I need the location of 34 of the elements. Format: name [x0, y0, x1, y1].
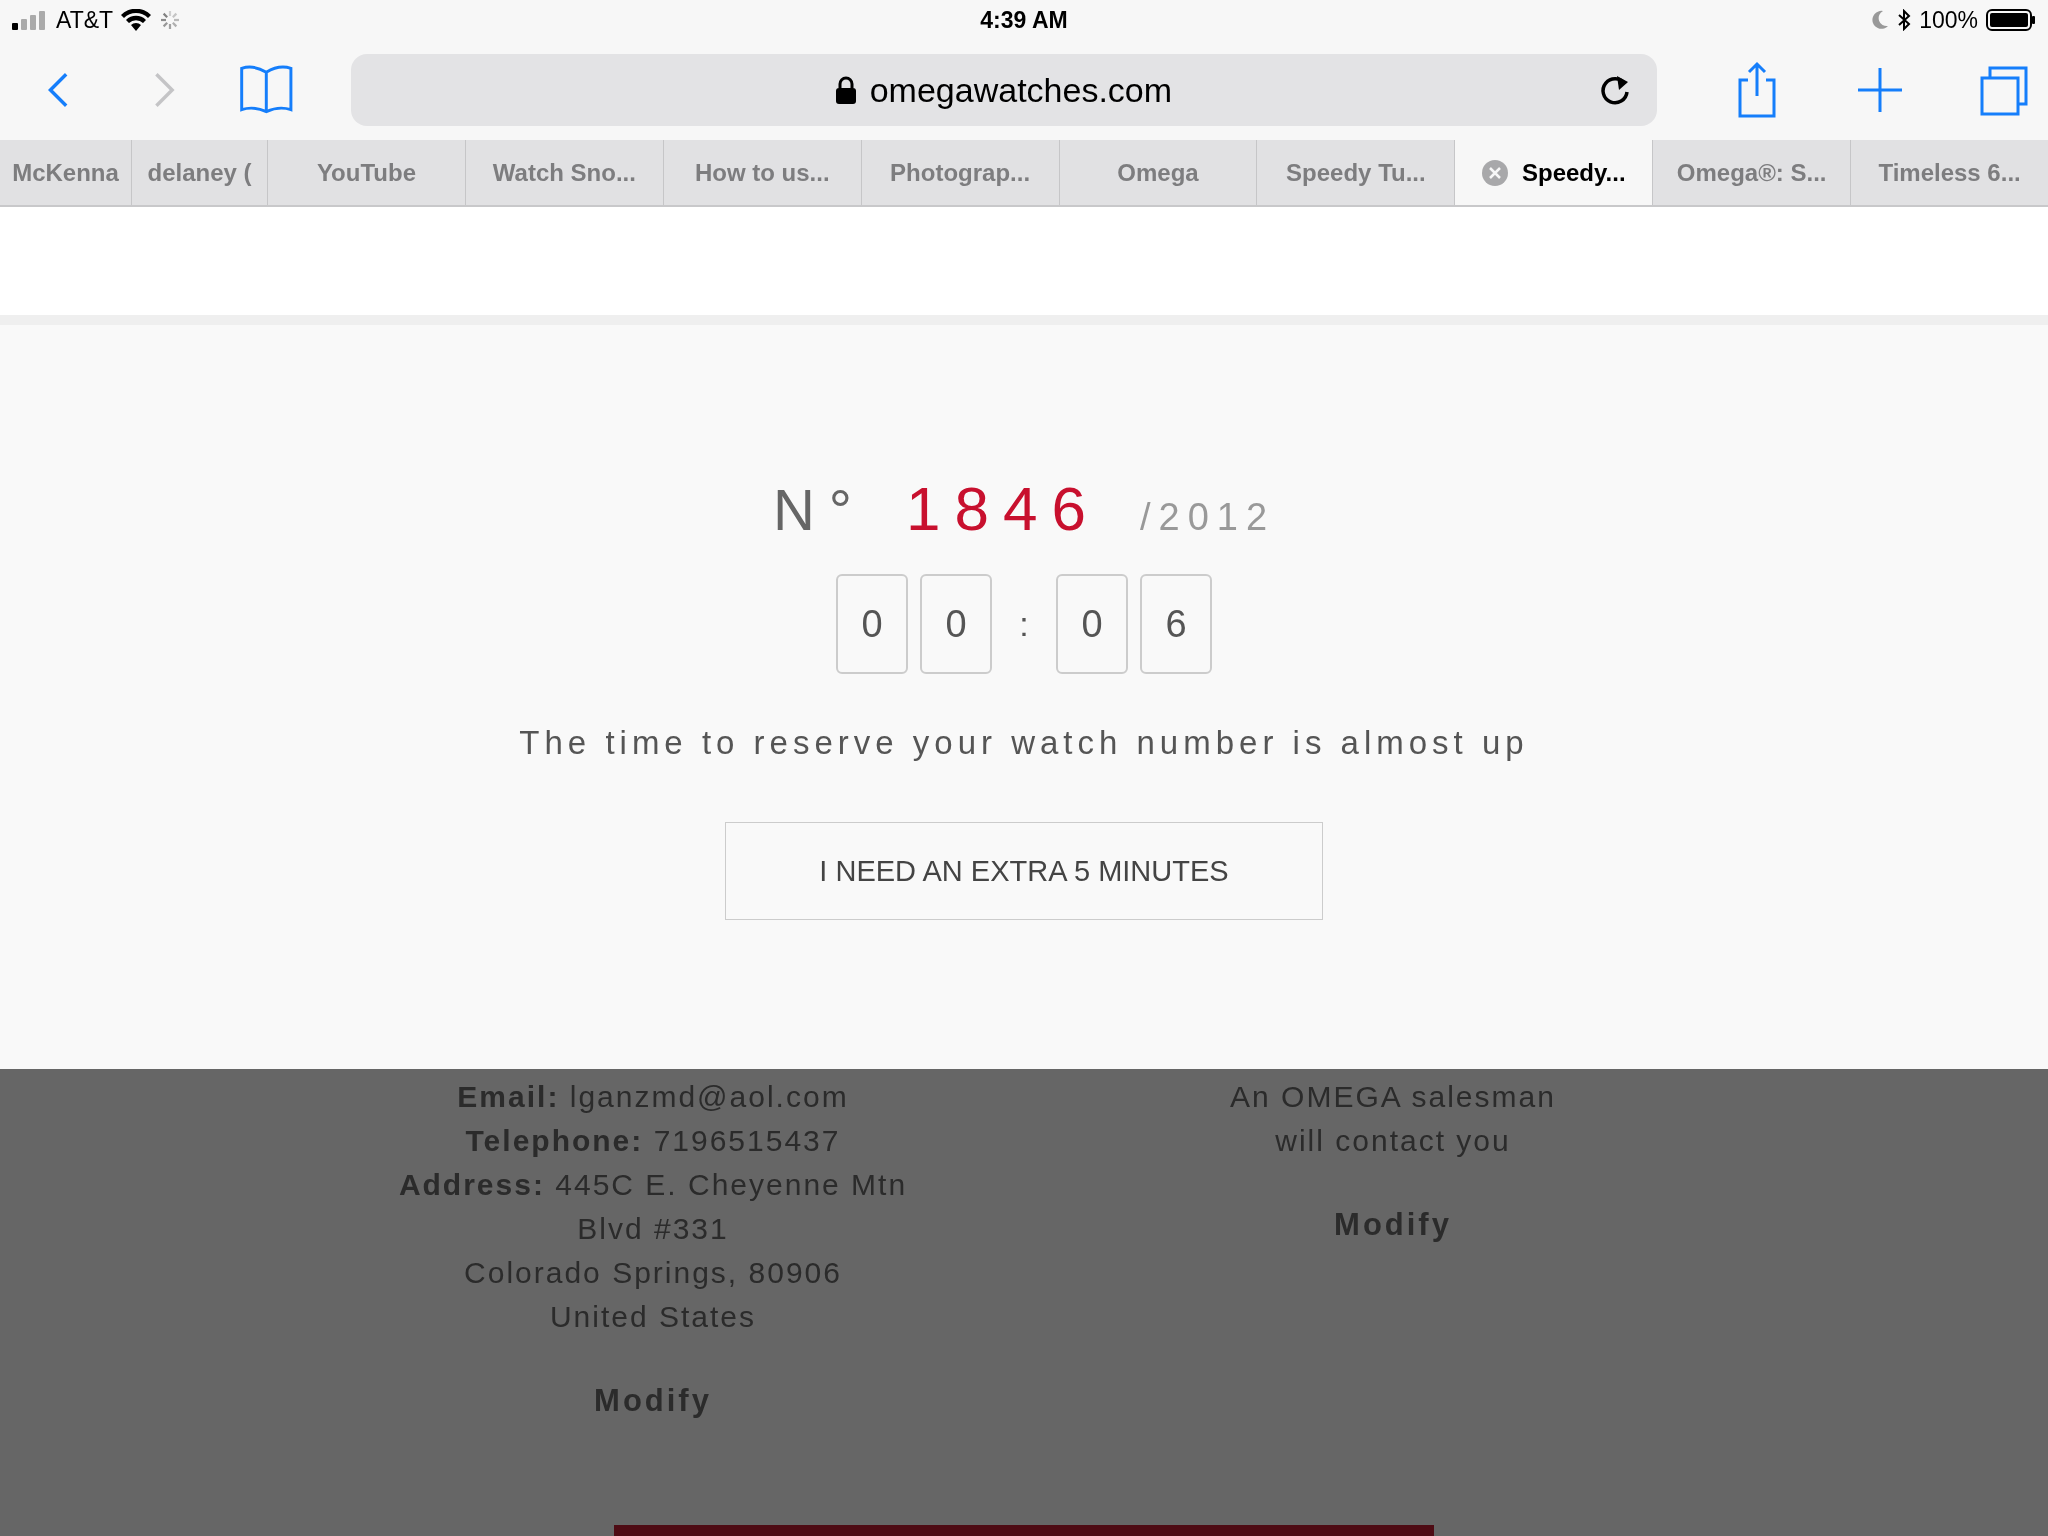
browser-tab[interactable]: Speedy... — [1454, 140, 1653, 205]
battery-percent: 100% — [1919, 6, 1978, 34]
moon-icon — [1871, 10, 1890, 30]
countdown-digit: 0 — [920, 574, 992, 674]
countdown-digit: 0 — [1056, 574, 1128, 674]
modify-link[interactable]: Modify — [1334, 1203, 1452, 1247]
watch-number: 1846 — [906, 473, 1100, 544]
lock-icon — [835, 76, 856, 104]
countdown-digit: 0 — [836, 574, 908, 674]
modify-link[interactable]: Modify — [594, 1379, 712, 1423]
carrier-name: AT&T — [56, 6, 114, 34]
battery-icon — [1986, 9, 2036, 31]
address-bar[interactable]: omegawatches.com — [350, 54, 1657, 126]
countdown-digit: 6 — [1140, 574, 1212, 674]
countdown-separator: : — [1018, 604, 1030, 644]
contact-line: Blvd #331 — [577, 1211, 729, 1247]
contact-line: Colorado Springs, 80906 — [464, 1255, 842, 1291]
contact-line: United States — [549, 1299, 757, 1335]
delivery-line: An OMEGA salesman — [1230, 1079, 1556, 1115]
close-icon[interactable] — [1482, 159, 1508, 186]
delivery-line: will contact you — [1275, 1123, 1511, 1159]
bluetooth-icon — [1897, 9, 1912, 31]
signal-icon — [12, 10, 48, 30]
contact-line: Email: lganzmd@aol.com — [457, 1079, 849, 1115]
number-prefix: N° — [772, 476, 867, 543]
url-text: omegawatches.com — [869, 70, 1173, 110]
spinner-icon — [159, 9, 182, 31]
contact-line: Telephone: 7196515437 — [465, 1123, 841, 1159]
contact-line: Address: 445C E. Cheyenne Mtn — [398, 1167, 908, 1203]
extend-time-button[interactable]: I NEED AN EXTRA 5 MINUTES — [725, 822, 1323, 920]
wifi-icon — [121, 9, 152, 31]
clock-time: 4:39 AM — [979, 6, 1069, 34]
edition-total: /2012 — [1139, 496, 1276, 539]
warning-message: The time to reserve your watch number is almost up — [519, 724, 1529, 762]
